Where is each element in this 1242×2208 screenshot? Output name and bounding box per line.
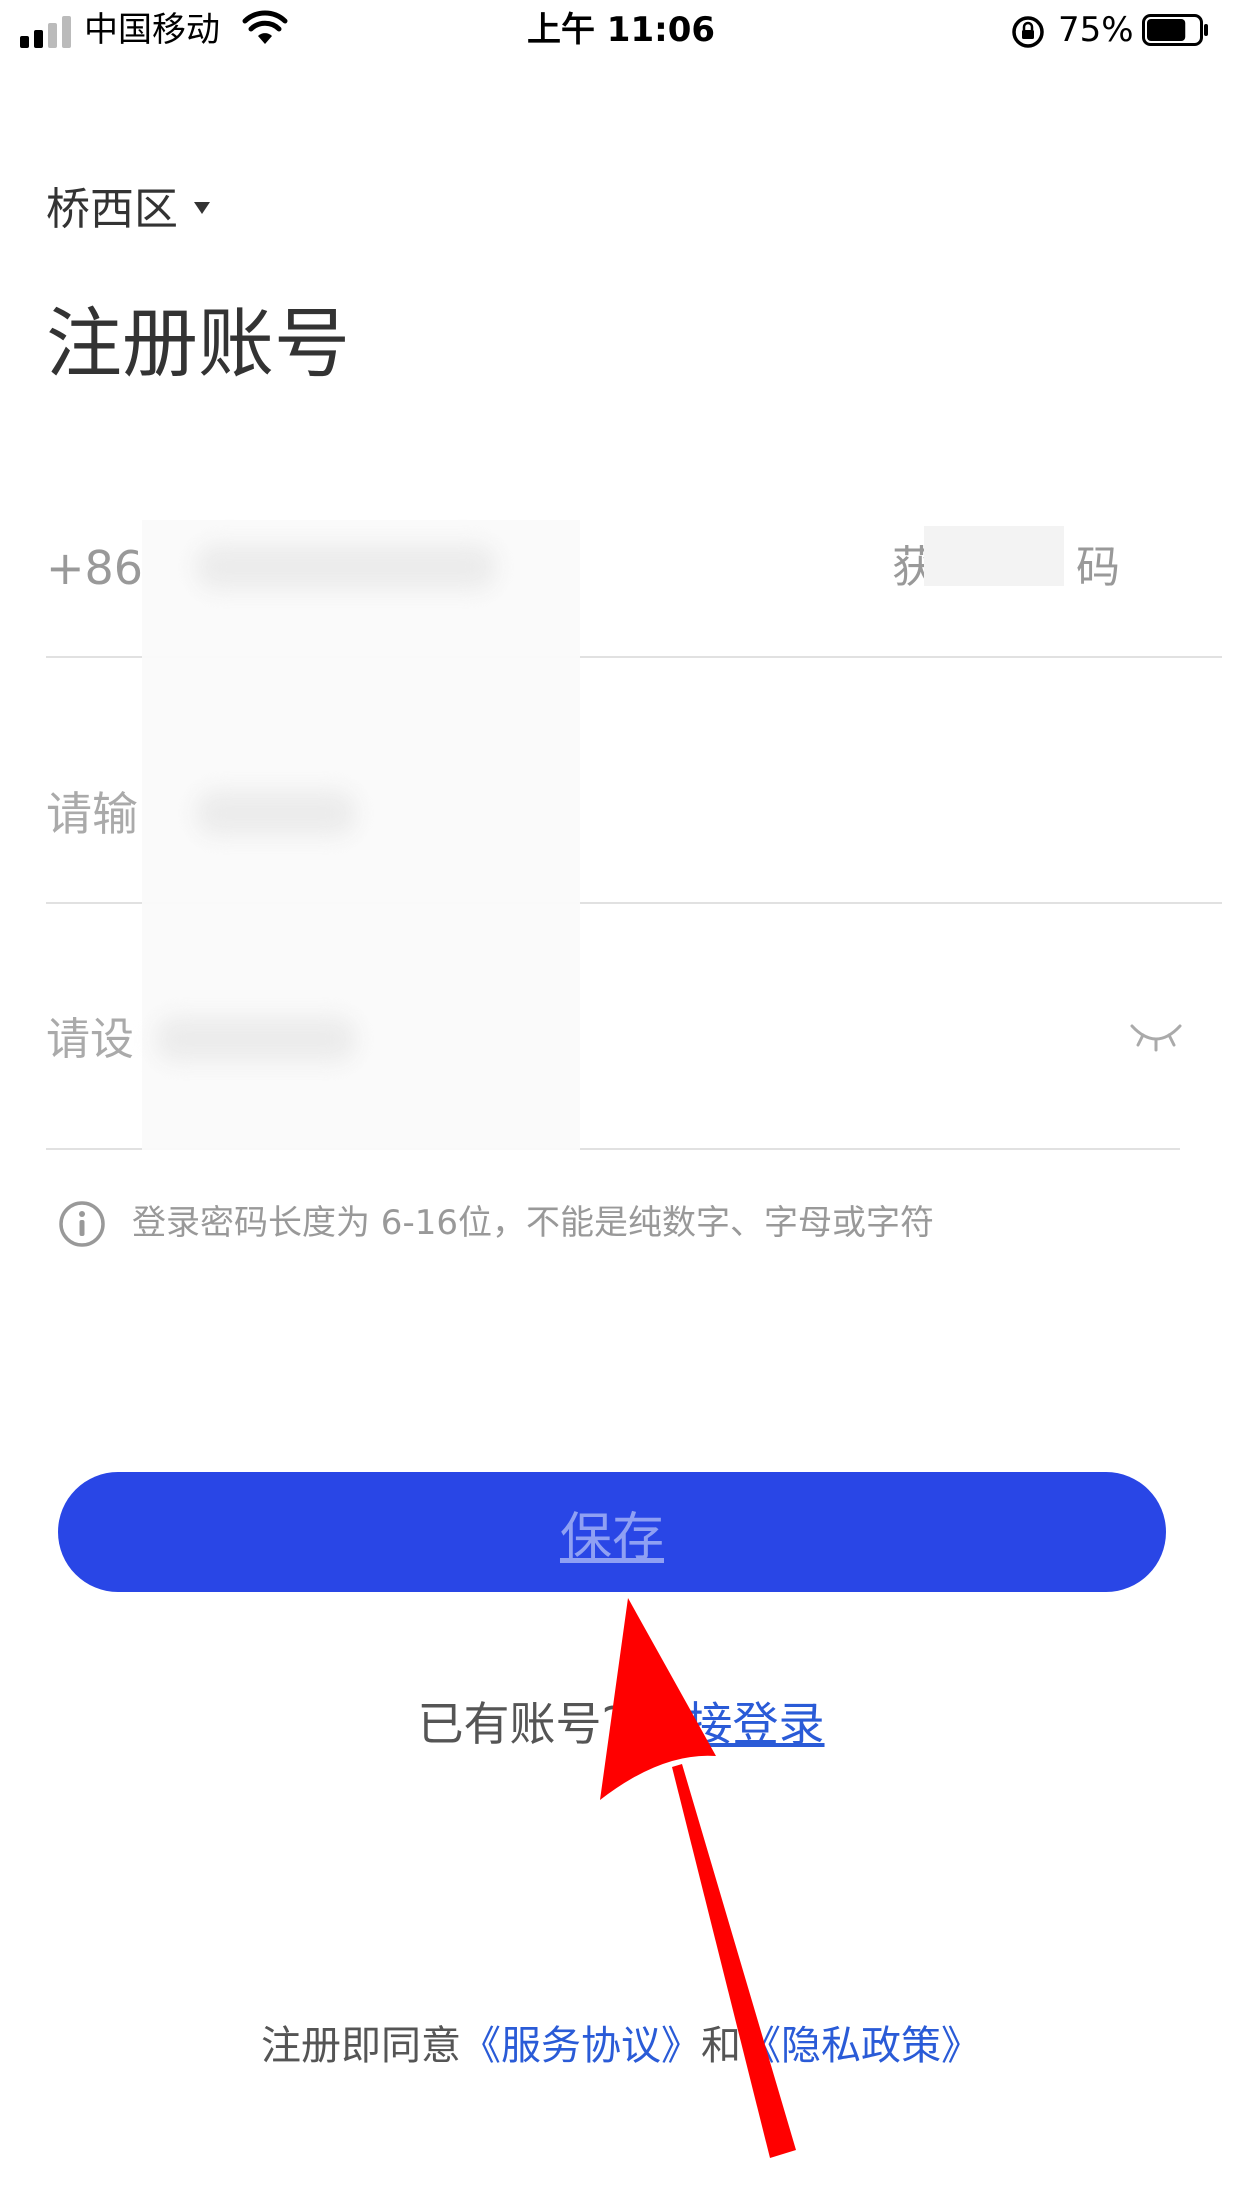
login-prompt-text: 已有账号? [417, 1697, 626, 1751]
blurred-phone-number [196, 544, 496, 590]
info-icon [59, 1201, 105, 1247]
agreement-footer: 注册即同意《服务协议》和《隐私政策》 [0, 2018, 1242, 2074]
rotation-lock-icon [1012, 16, 1044, 48]
status-bar: 中国移动 上午 11:06 75% [0, 0, 1242, 64]
page-title: 注册账号 [46, 299, 350, 388]
privacy-policy-link[interactable]: 《隐私政策》 [741, 2023, 981, 2069]
redaction-overlay-code-button [924, 526, 1064, 586]
country-code-prefix[interactable]: +86 [46, 538, 143, 598]
footer-prefix: 注册即同意 [261, 2023, 461, 2069]
status-time: 上午 11:06 [526, 10, 716, 50]
verification-code-input[interactable]: 请输 [46, 784, 138, 844]
battery-percent: 75% [1058, 10, 1134, 50]
blurred-code-text [196, 790, 356, 836]
save-button[interactable]: 保存 [58, 1472, 1166, 1592]
blurred-password-text [156, 1016, 356, 1062]
battery-icon [1142, 14, 1208, 46]
service-agreement-link[interactable]: 《服务协议》 [461, 2023, 701, 2069]
footer-conjunction: 和 [701, 2023, 741, 2069]
caret-down-icon[interactable] [194, 202, 210, 214]
password-input[interactable]: 请设 [46, 1010, 134, 1070]
eye-closed-icon[interactable] [1128, 1018, 1184, 1054]
get-code-label-end: 码 [1076, 542, 1120, 593]
region-selector[interactable]: 桥西区 [46, 182, 178, 238]
login-prompt: 已有账号? 直接登录 [0, 1694, 1242, 1754]
save-button-label: 保存 [559, 1507, 664, 1568]
password-hint: 登录密码长度为 6-16位，不能是纯数字、字母或字符 [132, 1203, 934, 1243]
direct-login-link[interactable]: 直接登录 [641, 1697, 825, 1751]
